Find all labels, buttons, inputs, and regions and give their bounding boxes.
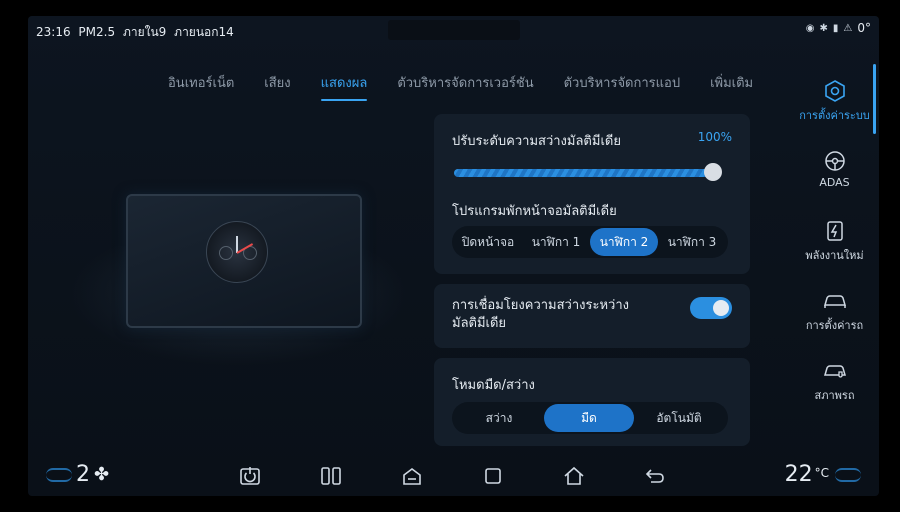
screensaver-option-clock3[interactable]: นาฬิกา 3 bbox=[658, 228, 726, 256]
tab-version-manager[interactable]: ตัวบริหารจัดการเวอร์ชัน bbox=[397, 72, 533, 99]
status-icons: ◉ ✱ ▮ ⚠ 0° bbox=[806, 21, 871, 35]
tab-internet[interactable]: อินเทอร์เน็ต bbox=[168, 72, 234, 99]
screensaver-option-clock1[interactable]: นาฬิกา 1 bbox=[522, 228, 590, 256]
screensaver-selector: ปิดหน้าจอ นาฬิกา 1 นาฬิกา 2 นาฬิกา 3 bbox=[452, 226, 728, 258]
screen: 23:16 PM2.5 ภายใน9 ภายนอก14 ◉ ✱ ▮ ⚠ 0° อ… bbox=[28, 16, 879, 496]
screensaver-option-clock2[interactable]: นาฬิกา 2 bbox=[590, 228, 658, 256]
signal-icon: ▮ bbox=[832, 22, 839, 34]
fan-icon: ✤ bbox=[94, 464, 110, 485]
clock-time: 23:16 bbox=[36, 25, 71, 39]
temperature-control[interactable]: 22 °C bbox=[785, 462, 861, 487]
mode-option-auto[interactable]: อัตโนมัติ bbox=[634, 404, 724, 432]
system-settings-icon bbox=[824, 80, 845, 102]
power-screen-icon[interactable] bbox=[238, 464, 262, 488]
car-home-icon[interactable] bbox=[400, 464, 424, 488]
sidebar-label-system-settings: การตั้งค่าระบบ bbox=[799, 109, 870, 122]
temperature-value: 22 bbox=[784, 462, 813, 487]
tab-sound[interactable]: เสียง bbox=[264, 72, 290, 99]
location-icon: ◉ bbox=[805, 22, 815, 34]
temp-wing-icon bbox=[835, 468, 861, 482]
brightness-link-line2: มัลติมีเดีย bbox=[452, 316, 507, 331]
brightness-slider-handle[interactable] bbox=[704, 163, 722, 181]
tab-app-manager[interactable]: ตัวบริหารจัดการแอป bbox=[564, 72, 680, 99]
warning-icon: ⚠ bbox=[843, 22, 853, 34]
tab-display[interactable]: แสดงผล bbox=[320, 72, 367, 101]
sidebar-item-adas[interactable]: ADAS bbox=[790, 150, 879, 189]
brightness-link-card: การเชื่อมโยงความสว่างระหว่าง มัลติมีเดีย bbox=[434, 284, 750, 348]
temperature-unit: °C bbox=[814, 466, 829, 480]
brightness-title: ปรับระดับความสว่างมัลติมีเดีย bbox=[452, 134, 621, 149]
back-icon[interactable] bbox=[643, 464, 667, 488]
clock-illustration-icon bbox=[206, 221, 268, 283]
bluetooth-icon: ✱ bbox=[819, 22, 828, 34]
home-icon[interactable] bbox=[562, 464, 586, 488]
fan-wing-icon bbox=[46, 467, 72, 482]
brightness-value: 100% bbox=[697, 130, 732, 144]
status-notch bbox=[388, 20, 520, 40]
screensaver-title: โปรแกรมพักหน้าจอมัลติมีเดีย bbox=[452, 204, 617, 219]
inside-air: ภายใน9 bbox=[122, 25, 167, 39]
steering-wheel-icon bbox=[824, 151, 845, 171]
car-icon bbox=[823, 295, 846, 308]
dark-mode-card: โหมดมืด/สว่าง สว่าง มืด อัตโนมัติ bbox=[434, 358, 750, 446]
dark-mode-title: โหมดมืด/สว่าง bbox=[452, 378, 535, 393]
brightness-link-line1: การเชื่อมโยงความสว่างระหว่าง bbox=[452, 298, 629, 313]
status-info: 23:16 PM2.5 ภายใน9 ภายนอก14 bbox=[36, 23, 238, 42]
tab-more[interactable]: เพิ่มเติม bbox=[710, 72, 753, 99]
energy-icon bbox=[826, 221, 843, 241]
sidebar-item-system-settings[interactable]: การตั้งค่าระบบ bbox=[790, 80, 879, 124]
mode-option-light[interactable]: สว่าง bbox=[454, 404, 544, 432]
toggle-knob bbox=[713, 300, 729, 316]
media-brightness-card: ปรับระดับความสว่างมัลติมีเดีย 100% โปรแก… bbox=[434, 114, 750, 274]
status-bar: 23:16 PM2.5 ภายใน9 ภายนอก14 ◉ ✱ ▮ ⚠ 0° bbox=[28, 16, 879, 44]
fan-control[interactable]: 2 ✤ bbox=[46, 462, 109, 487]
recent-apps-icon[interactable] bbox=[481, 464, 505, 488]
settings-tabs: อินเทอร์เน็ต เสียง แสดงผล ตัวบริหารจัดกา… bbox=[168, 72, 783, 101]
split-screen-icon[interactable] bbox=[319, 464, 343, 488]
display-preview bbox=[68, 176, 408, 396]
sidebar-label-new-energy: พลังงานใหม่ bbox=[805, 249, 864, 262]
dark-mode-selector: สว่าง มืด อัตโนมัติ bbox=[452, 402, 728, 434]
fan-level: 2 bbox=[76, 462, 90, 487]
screensaver-option-off[interactable]: ปิดหน้าจอ bbox=[454, 228, 522, 256]
brightness-link-title: การเชื่อมโยงความสว่างระหว่าง มัลติมีเดีย bbox=[452, 297, 629, 333]
sidebar-label-car-status: สภาพรถ bbox=[814, 389, 855, 402]
car-status-icon bbox=[823, 365, 846, 378]
pm25-label: PM2.5 bbox=[78, 25, 116, 39]
sidebar-item-car-status[interactable]: สภาพรถ bbox=[790, 360, 879, 404]
sidebar-label-car-settings: การตั้งค่ารถ bbox=[805, 319, 864, 332]
brightness-slider[interactable] bbox=[454, 169, 716, 177]
outside-air: ภายนอก14 bbox=[174, 25, 234, 39]
brightness-link-toggle[interactable] bbox=[690, 297, 732, 319]
sidebar-item-car-settings[interactable]: การตั้งค่ารถ bbox=[790, 290, 879, 334]
sidebar-label-adas: ADAS bbox=[819, 176, 850, 189]
sidebar-item-new-energy[interactable]: พลังงานใหม่ bbox=[790, 220, 879, 264]
bottom-bar: 2 ✤ 22 °C bbox=[28, 456, 879, 496]
mode-option-dark[interactable]: มืด bbox=[544, 404, 634, 432]
outside-temperature: 0° bbox=[857, 21, 871, 35]
sidebar: การตั้งค่าระบบ ADAS พลังงานใหม่ การตั้งค… bbox=[790, 62, 879, 442]
